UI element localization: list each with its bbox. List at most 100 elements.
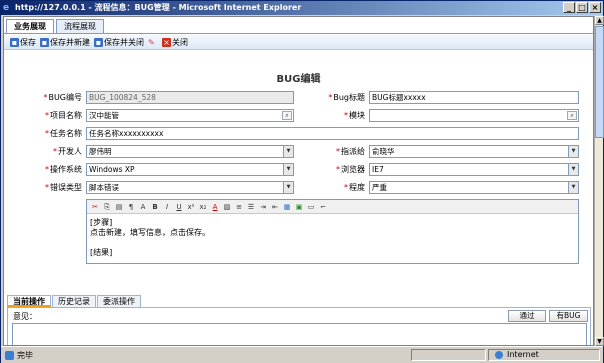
row-developer: *开发人 廖伟明 ▼ *指派给 俞晓华 ▼ xyxy=(4,145,593,158)
row-os: *操作系统 Windows XP ▼ *浏览器 IE7 ▼ xyxy=(4,163,593,176)
tab-process-view[interactable]: 流程展现 xyxy=(56,19,104,33)
module-lookup-icon[interactable]: ⌕ xyxy=(567,111,577,120)
module-field[interactable]: ⌕ xyxy=(369,109,579,122)
developer-select[interactable]: 廖伟明 ▼ xyxy=(86,145,294,158)
align-left-icon[interactable]: ≡ xyxy=(234,202,244,212)
subscript-icon[interactable]: x₂ xyxy=(198,202,208,212)
paste-icon[interactable]: ▤ xyxy=(114,202,124,212)
minimize-button[interactable]: _ xyxy=(563,2,575,13)
row-bug-no: *BUG编号 BUG_100824_528 *Bug标题 BUG标题xxxxx xyxy=(4,91,593,104)
highlight-icon[interactable]: ▨ xyxy=(222,202,232,212)
table-icon[interactable]: ▦ xyxy=(282,202,292,212)
description-editor: ✂ ⎘ ▤ ¶ A B I U x² x₂ A ▨ ≡ ☰ ⇥ ⇤ ▦ ▣ ▭ … xyxy=(86,199,579,264)
outdent-icon[interactable]: ⇤ xyxy=(270,202,280,212)
image-icon[interactable]: ▣ xyxy=(294,202,304,212)
bug-title-field[interactable]: BUG标题xxxxx xyxy=(369,91,579,104)
ie-window: e http://127.0.0.1 - 流程信息：BUG管理 - Micros… xyxy=(0,0,604,363)
project-field[interactable]: 汉中能管 ⌕ xyxy=(86,109,294,122)
project-lookup-icon[interactable]: ⌕ xyxy=(282,111,292,120)
os-select[interactable]: Windows XP ▼ xyxy=(86,163,294,176)
task-field[interactable]: 任务名称xxxxxxxxxx xyxy=(86,127,579,140)
developer-dropdown-icon[interactable]: ▼ xyxy=(283,146,293,157)
top-tabs: 业务展现 流程展现 xyxy=(6,19,106,34)
copy-icon[interactable]: ⎘ xyxy=(102,202,112,212)
format-icon[interactable]: ¶ xyxy=(126,202,136,212)
bug-no-field: BUG_100824_528 xyxy=(86,91,294,104)
save-close-icon: ▪ xyxy=(94,37,103,47)
scroll-thumb[interactable] xyxy=(595,26,604,138)
row-project: *项目名称 汉中能管 ⌕ *模块 ⌕ xyxy=(4,109,593,122)
editor-content[interactable]: [步骤] 点击新建，填写信息，点击保存。 [结果] xyxy=(87,214,578,262)
scroll-up-icon[interactable]: ▲ xyxy=(595,16,604,25)
delete-icon[interactable]: ✎ xyxy=(148,38,157,47)
editor-line-result: [结果] xyxy=(90,248,113,257)
maximize-button[interactable]: □ xyxy=(576,2,588,13)
internet-zone-icon xyxy=(495,351,503,359)
severity-value: 严重 xyxy=(372,183,387,192)
editor-line-steps: [步骤] xyxy=(90,218,113,227)
row-task: *任务名称 任务名称xxxxxxxxxx xyxy=(4,127,593,140)
error-type-dropdown-icon[interactable]: ▼ xyxy=(283,182,293,193)
error-type-select[interactable]: 脚本错误 ▼ xyxy=(86,181,294,194)
tab-delegate[interactable]: 委派操作 xyxy=(97,295,141,307)
font-color-icon[interactable]: A xyxy=(210,202,220,212)
font-icon[interactable]: A xyxy=(138,202,148,212)
cut-icon[interactable]: ✂ xyxy=(90,202,100,212)
opinion-textarea[interactable] xyxy=(12,323,587,345)
row-error-type: *错误类型 脚本错误 ▼ *程度 严重 ▼ xyxy=(4,181,593,194)
page-content: 业务展现 流程展现 ▪ 保存 ▪ 保存并新建 ▪ 保存并关闭 ✎ × 关闭 BU… xyxy=(3,16,594,346)
save-button[interactable]: ▪ 保存 xyxy=(10,37,36,48)
status-pane-1 xyxy=(411,349,486,361)
tab-history[interactable]: 历史记录 xyxy=(52,295,96,307)
bold-icon[interactable]: B xyxy=(150,202,160,212)
error-type-label: *错误类型 xyxy=(45,183,82,192)
save-new-button[interactable]: ▪ 保存并新建 xyxy=(40,37,90,48)
italic-icon[interactable]: I xyxy=(162,202,172,212)
browser-dropdown-icon[interactable]: ▼ xyxy=(568,164,578,175)
save-new-icon: ▪ xyxy=(40,37,49,47)
close-icon: × xyxy=(162,37,171,47)
source-icon[interactable]: ⌐ xyxy=(318,202,328,212)
status-text: 完毕 xyxy=(17,351,33,360)
tab-business-view[interactable]: 业务展现 xyxy=(6,19,54,34)
hr-icon[interactable]: ▭ xyxy=(306,202,316,212)
list-icon[interactable]: ☰ xyxy=(246,202,256,212)
save-close-label: 保存并关闭 xyxy=(104,37,144,47)
browser-value: IE7 xyxy=(372,165,384,174)
indent-icon[interactable]: ⇥ xyxy=(258,202,268,212)
developer-label: *开发人 xyxy=(53,147,82,156)
pass-button[interactable]: 通过 xyxy=(508,310,546,322)
editor-line-action: 点击新建，填写信息，点击保存。 xyxy=(90,228,210,237)
save-close-button[interactable]: ▪ 保存并关闭 xyxy=(94,37,144,48)
task-label: *任务名称 xyxy=(45,129,82,138)
assignee-select[interactable]: 俞晓华 ▼ xyxy=(369,145,579,158)
save-new-label: 保存并新建 xyxy=(50,37,90,47)
vertical-scrollbar[interactable]: ▲ ▼ xyxy=(594,16,604,346)
status-bar: 完毕 Internet xyxy=(1,346,603,363)
close-button[interactable]: × 关闭 xyxy=(162,37,188,48)
error-type-value: 脚本错误 xyxy=(89,183,119,192)
severity-dropdown-icon[interactable]: ▼ xyxy=(568,182,578,193)
severity-select[interactable]: 严重 ▼ xyxy=(369,181,579,194)
superscript-icon[interactable]: x² xyxy=(186,202,196,212)
title-bar: e http://127.0.0.1 - 流程信息：BUG管理 - Micros… xyxy=(1,1,603,15)
project-label: *项目名称 xyxy=(45,111,82,120)
assignee-dropdown-icon[interactable]: ▼ xyxy=(568,146,578,157)
assignee-label: *指派给 xyxy=(336,147,365,156)
bug-no-label: *BUG编号 xyxy=(43,93,82,102)
has-bug-button[interactable]: 有BUG xyxy=(549,310,588,322)
operation-panel: 意见： 通过 有BUG xyxy=(7,307,591,345)
opinion-label: 意见： xyxy=(13,312,37,321)
zone-text: Internet xyxy=(507,350,539,359)
browser-select[interactable]: IE7 ▼ xyxy=(369,163,579,176)
underline-icon[interactable]: U xyxy=(174,202,184,212)
tab-current-operation[interactable]: 当前操作 xyxy=(7,295,51,307)
window-title: http://127.0.0.1 - 流程信息：BUG管理 - Microsof… xyxy=(15,3,302,12)
browser-label: *浏览器 xyxy=(336,165,365,174)
form-title: BUG编辑 xyxy=(276,74,321,85)
assignee-value: 俞晓华 xyxy=(372,147,395,156)
os-dropdown-icon[interactable]: ▼ xyxy=(283,164,293,175)
scroll-down-icon[interactable]: ▼ xyxy=(595,337,604,346)
zone-pane: Internet xyxy=(488,349,600,361)
close-window-button[interactable]: × xyxy=(589,2,601,13)
